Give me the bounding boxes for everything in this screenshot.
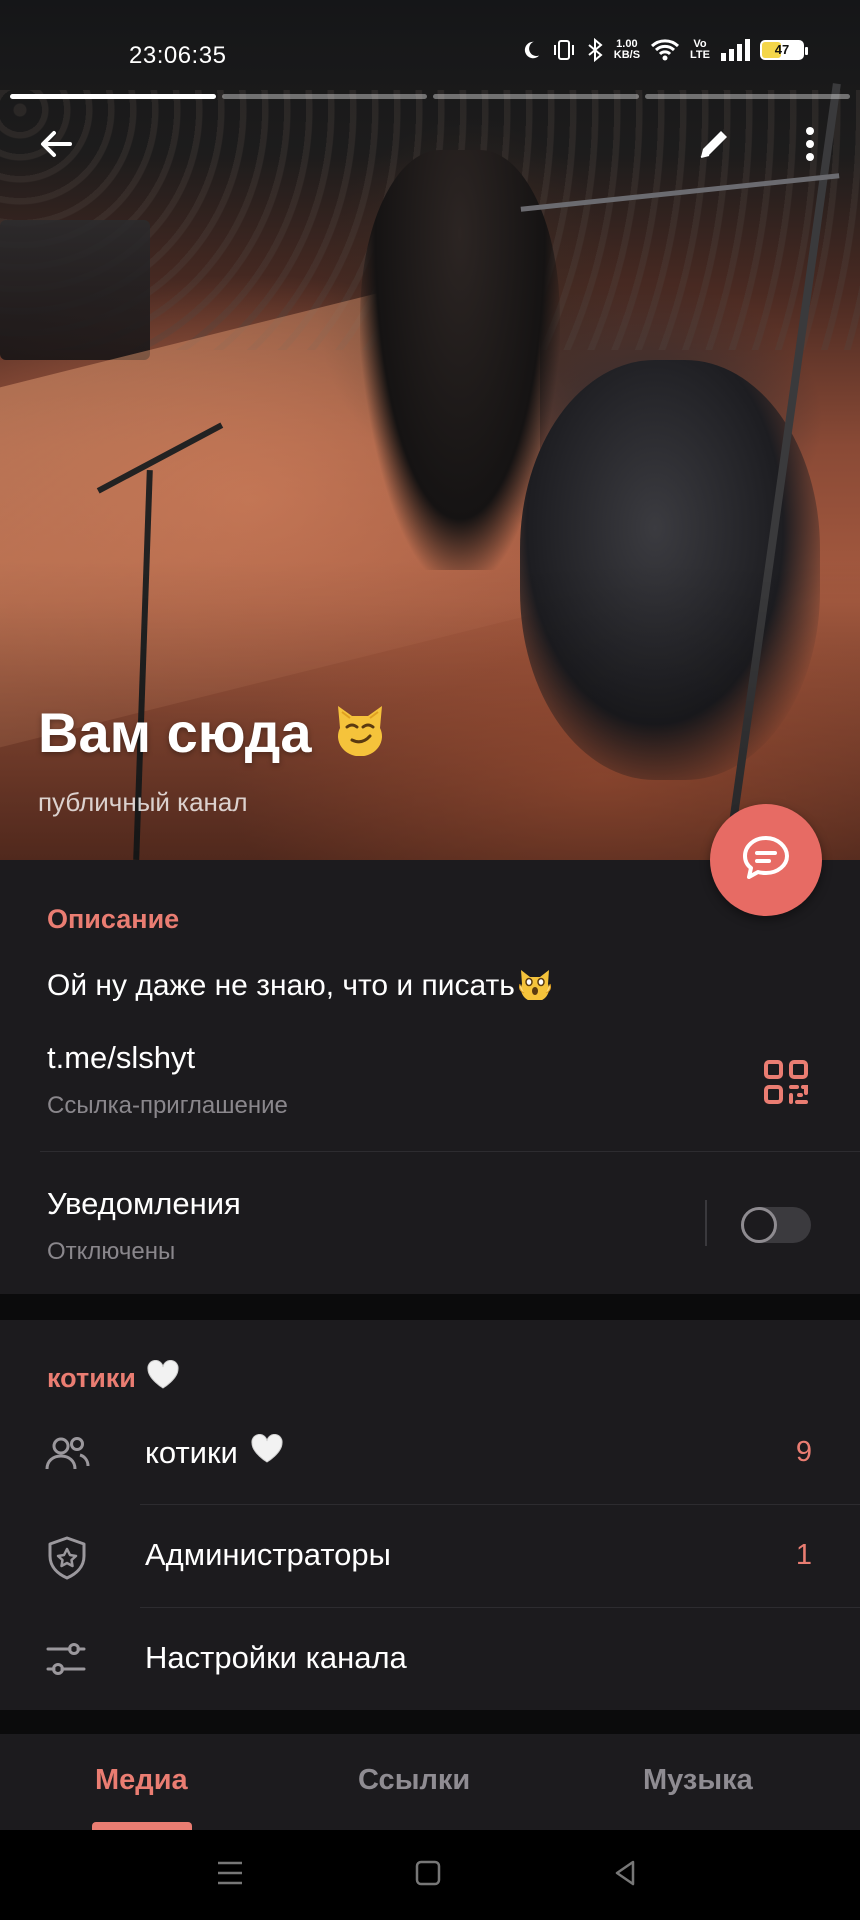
sliders-icon <box>44 1639 90 1679</box>
channel-info-section: Описание Ой ну даже не знаю, что и писат… <box>0 860 860 1294</box>
channel-title-block: Вам сюда публичный канал <box>38 696 390 818</box>
invite-link[interactable]: t.me/slshyt <box>47 1040 195 1076</box>
signal-icon <box>720 39 750 61</box>
channel-title-text: Вам сюда <box>38 701 312 764</box>
story-progress <box>10 94 850 99</box>
pencil-icon <box>695 125 733 168</box>
home-button[interactable] <box>403 1852 453 1898</box>
group-header-text: котики <box>47 1363 136 1393</box>
arrow-left-icon <box>36 124 76 169</box>
invite-link-caption: Ссылка-приглашение <box>47 1092 288 1119</box>
tab-links[interactable]: Ссылки <box>358 1764 470 1797</box>
wifi-icon <box>650 38 680 62</box>
members-label-text: котики <box>145 1435 238 1470</box>
bluetooth-icon <box>586 38 604 62</box>
administrators-row[interactable]: Администраторы 1 <box>0 1505 860 1607</box>
volte-bottom: LTE <box>690 49 710 61</box>
back-button[interactable] <box>28 118 84 174</box>
square-icon <box>414 1859 442 1892</box>
weary-cat-emoji-icon <box>517 964 553 1008</box>
tab-media[interactable]: Медиа <box>95 1764 188 1797</box>
members-count: 9 <box>795 1436 812 1468</box>
volte-indicator: Vo LTE <box>690 39 710 61</box>
smirking-cat-emoji-icon <box>330 696 390 769</box>
members-row[interactable]: котики 9 <box>0 1402 860 1504</box>
story-progress-segment <box>433 94 639 99</box>
section-gap <box>0 1710 860 1734</box>
more-options-button[interactable] <box>782 118 838 174</box>
white-heart-icon <box>146 1359 180 1397</box>
qr-code-icon <box>762 1060 810 1110</box>
section-gap <box>0 1294 860 1320</box>
administrators-count: 1 <box>795 1539 812 1571</box>
qr-code-button[interactable] <box>762 1058 810 1106</box>
members-label: котики <box>145 1433 284 1472</box>
chat-bubble-icon <box>740 832 792 889</box>
network-speed-unit: KB/S <box>613 49 641 61</box>
story-progress-segment <box>10 94 216 99</box>
notifications-toggle[interactable] <box>741 1207 811 1243</box>
notifications-label[interactable]: Уведомления <box>47 1186 241 1222</box>
battery-icon: 47 <box>760 40 808 60</box>
status-bar: 23:06:35 1.00 KB/S Vo LTE 47 <box>0 0 860 100</box>
toggle-knob <box>741 1207 777 1243</box>
status-time: 23:06:35 <box>129 42 227 69</box>
cover-speaker <box>0 220 150 360</box>
people-icon <box>44 1433 90 1473</box>
more-vertical-icon <box>804 126 816 167</box>
story-progress-segment <box>221 94 427 99</box>
battery-level: 47 <box>774 42 790 57</box>
description-text-content: Ой ну даже не знаю, что и писать <box>47 969 515 1002</box>
channel-settings-row[interactable]: Настройки канала <box>0 1608 860 1710</box>
channel-subtitle: публичный канал <box>38 787 248 817</box>
channel-settings-label: Настройки канала <box>145 1640 407 1675</box>
moon-icon <box>520 39 542 61</box>
shield-star-icon <box>44 1536 90 1580</box>
vibrate-icon <box>552 39 576 61</box>
story-progress-segment <box>644 94 850 99</box>
triangle-back-icon <box>611 1859 639 1892</box>
status-icons: 1.00 KB/S Vo LTE 47 <box>520 38 808 62</box>
divider <box>40 1151 860 1152</box>
tab-music[interactable]: Музыка <box>643 1764 753 1797</box>
group-section: котики котики 9 Администраторы 1 Настрой… <box>0 1320 860 1710</box>
administrators-label: Администраторы <box>145 1537 391 1572</box>
description-header: Описание <box>47 904 180 934</box>
discussion-button[interactable] <box>710 804 822 916</box>
top-action-bar <box>0 118 860 174</box>
white-heart-icon <box>250 1433 284 1472</box>
media-tabs: Медиа Ссылки Музыка <box>0 1734 860 1830</box>
edit-button[interactable] <box>686 118 742 174</box>
channel-title: Вам сюда <box>38 696 390 769</box>
system-navigation-bar <box>0 1830 860 1920</box>
back-nav-button[interactable] <box>600 1852 650 1898</box>
network-speed: 1.00 KB/S <box>614 39 640 61</box>
tab-indicator <box>92 1822 192 1830</box>
group-header: котики <box>47 1359 180 1397</box>
notifications-separator <box>705 1200 707 1246</box>
recents-button[interactable] <box>205 1852 255 1898</box>
description-text: Ой ну даже не знаю, что и писать <box>47 964 553 1008</box>
menu-lines-icon <box>215 1860 245 1891</box>
notifications-state: Отключены <box>47 1238 176 1265</box>
